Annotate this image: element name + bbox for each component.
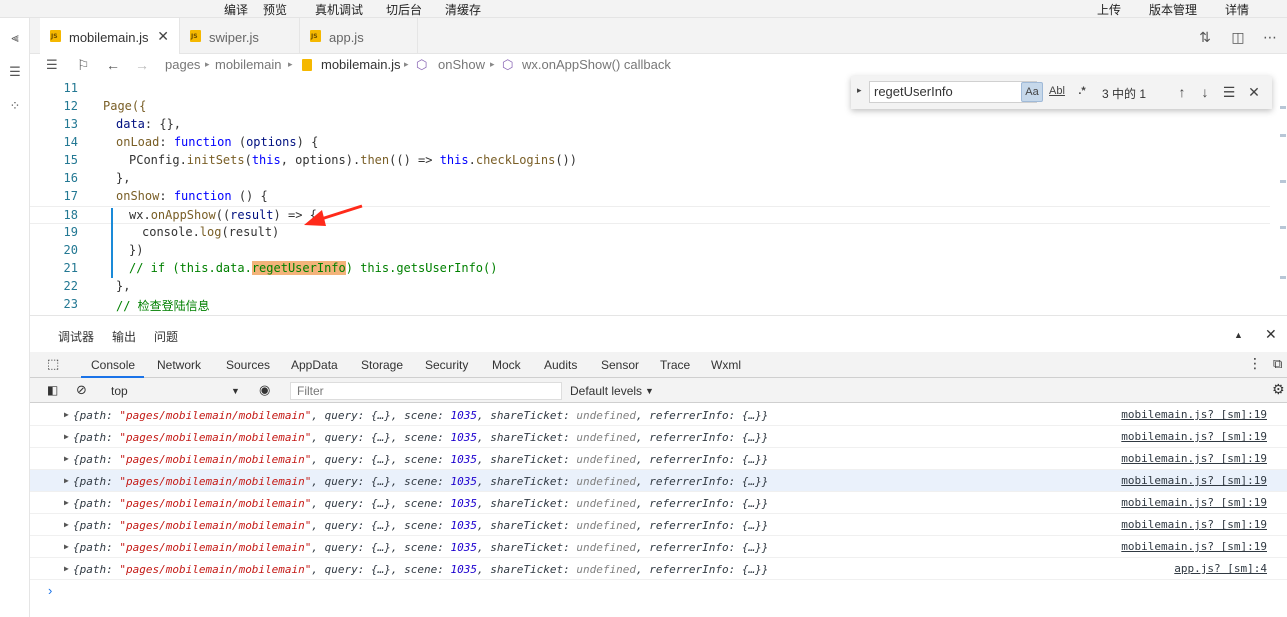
dock-icon[interactable]: ⧉ (1273, 356, 1282, 372)
annotation-arrow-icon (304, 204, 363, 226)
close-icon[interactable]: ✕ (1265, 326, 1277, 343)
tab-appdata[interactable]: AppData (291, 358, 338, 372)
log-row[interactable]: ▶ {path: "pages/mobilemain/mobilemain", … (30, 448, 1287, 470)
tab-mock[interactable]: Mock (492, 358, 521, 372)
log-row[interactable]: ▶ {path: "pages/mobilemain/mobilemain", … (30, 558, 1287, 580)
expand-icon[interactable]: ▶ (64, 498, 69, 507)
eye-icon[interactable]: ◉ (259, 382, 270, 398)
inspect-icon[interactable]: ⬚ (47, 356, 59, 372)
expand-icon[interactable]: ▶ (64, 432, 69, 441)
tab-console[interactable]: Console (91, 358, 135, 372)
devtools-tabs: ⬚ Console Network Sources AppData Storag… (30, 352, 1287, 378)
tab-trace[interactable]: Trace (660, 358, 690, 372)
settings-icon[interactable]: ⚙ (1272, 381, 1285, 398)
panel-tabs: 调试器 输出 问题 ▲ ✕ (30, 316, 1287, 352)
context-select[interactable]: top (111, 384, 128, 398)
log-row[interactable]: ▶ {path: "pages/mobilemain/mobilemain", … (30, 536, 1287, 558)
clear-icon[interactable]: ⊘ (76, 382, 87, 398)
tab-storage[interactable]: Storage (361, 358, 403, 372)
tab-network[interactable]: Network (157, 358, 201, 372)
console-prompt-icon[interactable]: › (48, 583, 52, 598)
chevron-down-icon[interactable]: ▼ (645, 386, 654, 396)
tab-security[interactable]: Security (425, 358, 468, 372)
log-row[interactable]: ▶ {path: "pages/mobilemain/mobilemain", … (30, 514, 1287, 536)
sidebar-toggle-icon[interactable]: ◧ (47, 383, 58, 397)
filter-input[interactable]: Filter (290, 382, 562, 400)
log-source-link[interactable]: mobilemain.js? [sm]:19 (1121, 408, 1267, 421)
tab-problems[interactable]: 问题 (154, 328, 178, 345)
tab-sensor[interactable]: Sensor (601, 358, 639, 372)
log-source-link[interactable]: app.js? [sm]:4 (1174, 562, 1267, 575)
expand-icon[interactable]: ▶ (64, 476, 69, 485)
tab-debugger[interactable]: 调试器 (58, 328, 94, 345)
log-row[interactable]: ▶ {path: "pages/mobilemain/mobilemain", … (30, 404, 1287, 426)
tab-audits[interactable]: Audits (544, 358, 577, 372)
debug-panel: 调试器 输出 问题 ▲ ✕ ⬚ Console Network Sources … (30, 315, 1287, 617)
expand-icon[interactable]: ▶ (64, 520, 69, 529)
log-source-link[interactable]: mobilemain.js? [sm]:19 (1121, 452, 1267, 465)
expand-icon[interactable]: ▶ (64, 564, 69, 573)
tab-sources[interactable]: Sources (226, 358, 270, 372)
expand-icon[interactable]: ▶ (64, 454, 69, 463)
expand-icon[interactable]: ▶ (64, 410, 69, 419)
chevron-down-icon[interactable]: ▼ (231, 386, 240, 396)
maximize-panel-icon[interactable]: ▲ (1234, 330, 1243, 340)
log-source-link[interactable]: mobilemain.js? [sm]:19 (1121, 496, 1267, 509)
log-source-link[interactable]: mobilemain.js? [sm]:19 (1121, 430, 1267, 443)
tab-wxml[interactable]: Wxml (711, 358, 741, 372)
log-source-link[interactable]: mobilemain.js? [sm]:19 (1121, 540, 1267, 553)
log-source-link[interactable]: mobilemain.js? [sm]:19 (1121, 518, 1267, 531)
log-source-link[interactable]: mobilemain.js? [sm]:19 (1121, 474, 1267, 487)
more-icon[interactable]: ⋮ (1248, 355, 1262, 372)
levels-select[interactable]: Default levels (570, 384, 642, 398)
expand-icon[interactable]: ▶ (64, 542, 69, 551)
log-row[interactable]: ▶ {path: "pages/mobilemain/mobilemain", … (30, 492, 1287, 514)
log-row[interactable]: ▶ {path: "pages/mobilemain/mobilemain", … (30, 470, 1287, 492)
tab-output[interactable]: 输出 (112, 328, 136, 345)
console-toolbar: ◧ ⊘ top ▼ ◉ Filter Default levels ▼ ⚙ (30, 378, 1287, 403)
log-row[interactable]: ▶ {path: "pages/mobilemain/mobilemain", … (30, 426, 1287, 448)
